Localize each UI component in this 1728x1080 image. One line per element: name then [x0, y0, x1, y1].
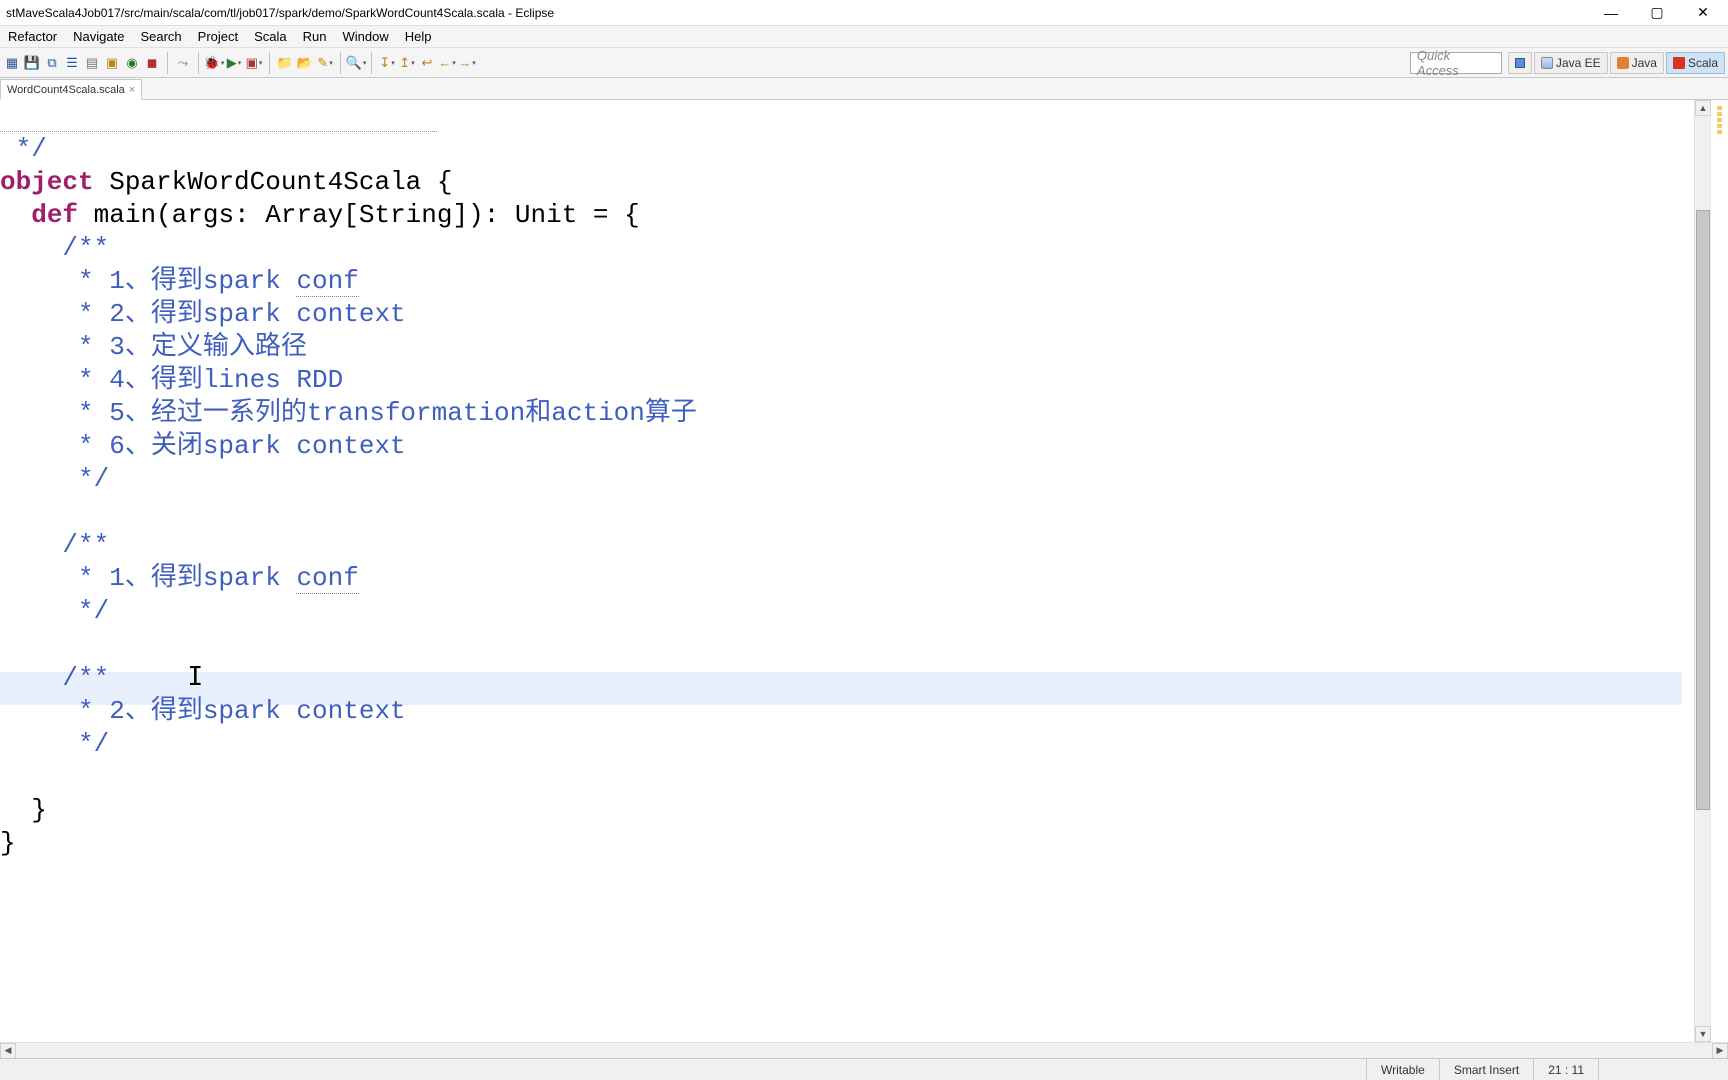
code-content: */ object SparkWordCount4Scala { def mai…	[0, 100, 1694, 860]
menu-window[interactable]: Window	[335, 27, 397, 46]
separator	[269, 52, 270, 74]
overview-ruler[interactable]	[1710, 100, 1728, 1042]
warning-marker[interactable]	[1717, 112, 1722, 116]
maximize-button[interactable]: ▢	[1634, 0, 1680, 26]
status-cursor-position: 21 : 11	[1533, 1059, 1598, 1080]
java-icon	[1617, 57, 1629, 69]
editor-area: */ object SparkWordCount4Scala { def mai…	[0, 100, 1728, 1042]
scroll-thumb[interactable]	[1696, 210, 1710, 810]
menu-scala[interactable]: Scala	[246, 27, 295, 46]
back-icon[interactable]: ←	[438, 54, 456, 72]
separator	[167, 52, 168, 74]
menu-navigate[interactable]: Navigate	[65, 27, 132, 46]
perspective-javaee[interactable]: Java EE	[1534, 52, 1608, 74]
prev-annotation-icon[interactable]: ↥	[398, 54, 416, 72]
toggle-breadcrumb-icon[interactable]: ☰	[63, 54, 81, 72]
horizontal-scrollbar[interactable]: ◀ ▶	[0, 1042, 1728, 1058]
javaee-icon	[1541, 57, 1553, 69]
run-icon[interactable]: ▶	[225, 54, 243, 72]
scroll-left-icon[interactable]: ◀	[0, 1043, 16, 1059]
next-annotation-icon[interactable]: ↧	[378, 54, 396, 72]
status-spacer	[1598, 1059, 1718, 1080]
menu-run[interactable]: Run	[295, 27, 335, 46]
run-last-icon[interactable]: ▣	[245, 54, 263, 72]
perspective-label: Java	[1632, 56, 1657, 70]
build-icon[interactable]: ▣	[103, 54, 121, 72]
new-class-icon[interactable]: 📂	[296, 54, 314, 72]
forward-icon[interactable]: →	[458, 54, 476, 72]
separator	[371, 52, 372, 74]
scala-icon	[1673, 57, 1685, 69]
scroll-down-icon[interactable]: ▼	[1695, 1026, 1711, 1042]
perspective-switcher: Java EE Java Scala	[1508, 52, 1725, 74]
perspective-label: Java EE	[1556, 56, 1601, 70]
warning-marker[interactable]	[1717, 130, 1722, 134]
skip-icon[interactable]: ⤳	[174, 54, 192, 72]
code-editor[interactable]: */ object SparkWordCount4Scala { def mai…	[0, 100, 1694, 1042]
search-icon[interactable]: 🔍	[347, 54, 365, 72]
quick-access-input[interactable]: Quick Access	[1410, 52, 1502, 74]
close-button[interactable]: ✕	[1680, 0, 1726, 26]
editor-tabs: WordCount4Scala.scala ×	[0, 78, 1728, 100]
menu-project[interactable]: Project	[190, 27, 246, 46]
window-title: stMaveScala4Job017/src/main/scala/com/tl…	[2, 6, 554, 20]
save-all-icon[interactable]: ⧉	[43, 54, 61, 72]
menu-search[interactable]: Search	[132, 27, 189, 46]
title-bar: stMaveScala4Job017/src/main/scala/com/tl…	[0, 0, 1728, 26]
warning-marker[interactable]	[1717, 118, 1722, 122]
status-writable: Writable	[1366, 1059, 1439, 1080]
text-cursor: I	[109, 662, 203, 692]
last-edit-icon[interactable]: ↩	[418, 54, 436, 72]
new-wizard-icon[interactable]: ✎	[316, 54, 334, 72]
status-insert-mode: Smart Insert	[1439, 1059, 1533, 1080]
warning-marker[interactable]	[1717, 106, 1722, 110]
print-icon[interactable]: ▤	[83, 54, 101, 72]
window-controls: — ▢ ✕	[1588, 0, 1726, 26]
link-icon[interactable]: ◉	[123, 54, 141, 72]
menu-help[interactable]: Help	[397, 27, 440, 46]
save-icon[interactable]: 💾	[23, 54, 41, 72]
perspective-label: Scala	[1688, 56, 1718, 70]
toolbar: ▦ 💾 ⧉ ☰ ▤ ▣ ◉ ◼ ⤳ 🐞 ▶ ▣ 📁 📂 ✎ 🔍 ↧ ↥ ↩ ← …	[0, 48, 1728, 78]
minimize-button[interactable]: —	[1588, 0, 1634, 26]
open-perspective-icon	[1515, 58, 1525, 68]
stop-icon[interactable]: ◼	[143, 54, 161, 72]
file-tab-active[interactable]: WordCount4Scala.scala ×	[0, 79, 142, 100]
separator	[340, 52, 341, 74]
code-line: */	[0, 134, 47, 164]
perspective-java[interactable]: Java	[1610, 52, 1664, 74]
scroll-right-icon[interactable]: ▶	[1712, 1043, 1728, 1059]
warning-marker[interactable]	[1717, 124, 1722, 128]
scroll-up-icon[interactable]: ▲	[1695, 100, 1711, 116]
status-bar: Writable Smart Insert 21 : 11	[0, 1058, 1728, 1080]
menu-refactor[interactable]: Refactor	[0, 27, 65, 46]
new-icon[interactable]: ▦	[3, 54, 21, 72]
vertical-scrollbar[interactable]: ▲ ▼	[1694, 100, 1710, 1042]
separator	[198, 52, 199, 74]
menu-bar: Refactor Navigate Search Project Scala R…	[0, 26, 1728, 48]
new-package-icon[interactable]: 📁	[276, 54, 294, 72]
close-icon[interactable]: ×	[129, 84, 135, 96]
file-tab-label: WordCount4Scala.scala	[7, 84, 125, 96]
open-perspective-button[interactable]	[1508, 52, 1532, 74]
perspective-scala[interactable]: Scala	[1666, 52, 1725, 74]
debug-icon[interactable]: 🐞	[205, 54, 223, 72]
